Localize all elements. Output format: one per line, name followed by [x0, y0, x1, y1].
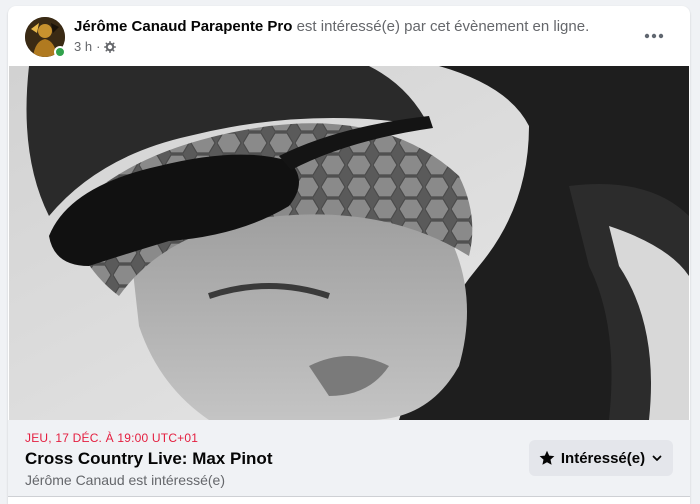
- event-interest-subtitle: Jérôme Canaud est intéressé(e): [25, 472, 225, 488]
- author-name-link[interactable]: Jérôme Canaud Parapente Pro: [74, 18, 292, 35]
- interested-button[interactable]: Intéressé(e): [529, 440, 673, 476]
- post-header: Jérôme Canaud Parapente Pro est intéress…: [8, 6, 690, 66]
- post-divider: [8, 496, 690, 504]
- feed-post-card: Jérôme Canaud Parapente Pro est intéress…: [8, 6, 690, 504]
- event-date: JEU, 17 DÉC. À 19:00 UTC+01: [25, 431, 199, 445]
- more-horizontal-icon: [644, 33, 664, 39]
- post-timestamp[interactable]: 3 h: [74, 39, 92, 55]
- meta-separator: ·: [96, 39, 101, 54]
- interested-button-label: Intéressé(e): [560, 449, 646, 467]
- event-cover-photo[interactable]: [9, 66, 689, 420]
- post-more-options-button[interactable]: [640, 25, 668, 47]
- post-header-text: Jérôme Canaud Parapente Pro est intéress…: [74, 18, 589, 36]
- star-icon: [539, 450, 555, 465]
- gear-icon[interactable]: [104, 41, 117, 53]
- chevron-down-icon: [652, 455, 662, 461]
- event-title-link[interactable]: Cross Country Live: Max Pinot: [25, 449, 272, 469]
- post-action-text: est intéressé(e) par cet évènement en li…: [296, 18, 590, 35]
- post-meta: 3 h ·: [74, 39, 117, 55]
- online-status-dot: [54, 46, 66, 58]
- event-info-bar[interactable]: JEU, 17 DÉC. À 19:00 UTC+01 Cross Countr…: [8, 420, 690, 496]
- cover-photo-image: [9, 66, 689, 420]
